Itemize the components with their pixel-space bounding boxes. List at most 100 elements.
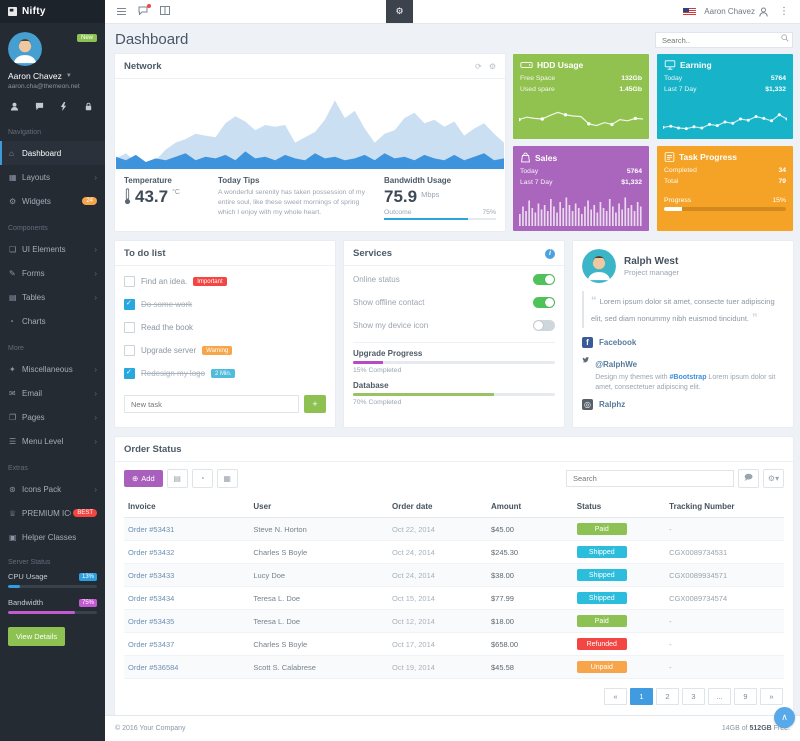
online-status-toggle[interactable] — [533, 274, 555, 285]
pagination-button[interactable]: » — [760, 688, 783, 705]
avatar[interactable] — [8, 32, 42, 66]
bandwidth-value: 75.9 — [384, 188, 417, 205]
column-header[interactable]: Tracking Number — [665, 496, 784, 518]
add-task-button[interactable]: + — [304, 395, 326, 413]
sidebar-item-helper-classes[interactable]: ▣Helper Classes — [0, 525, 105, 549]
sidebar-nav: Navigation⌂Dashboard▦Layouts›⚙Widgets24C… — [0, 127, 105, 549]
comment-icon[interactable]: 🗩 — [738, 469, 759, 488]
profile-card-panel: Ralph West Project manager “ Lorem ipsum… — [573, 241, 793, 427]
trash-icon[interactable]: ▦ — [217, 469, 238, 488]
profile-name[interactable]: Aaron Chavez▼ — [8, 71, 97, 81]
status-cell: Unpaid — [573, 656, 665, 679]
tile-value: 79 — [778, 177, 786, 188]
menu-toggle-icon[interactable] — [117, 6, 126, 17]
pagination-button[interactable]: ... — [708, 688, 731, 705]
search-icon[interactable] — [781, 34, 789, 42]
sidebar-item-label: Layouts — [22, 173, 92, 182]
sidebar-item-premium-icons[interactable]: ♕PREMIUM ICONSBEST — [0, 501, 105, 525]
info-icon[interactable]: i — [545, 249, 555, 259]
sidebar-item-pages[interactable]: ❐Pages› — [0, 405, 105, 429]
brand-bar[interactable]: Nifty — [0, 0, 105, 23]
ralphz-link[interactable]: ◎ Ralphz — [582, 399, 784, 410]
column-header[interactable]: Status — [573, 496, 665, 518]
sidebar-item-miscellaneous[interactable]: ✦Miscellaneous› — [0, 357, 105, 381]
sidebar-item-dashboard[interactable]: ⌂Dashboard — [0, 141, 105, 165]
sidebar-item-email[interactable]: ✉Email› — [0, 381, 105, 405]
table-row[interactable]: Order #53431Steve N. HortonOct 22, 2014$… — [124, 518, 784, 541]
new-task-input[interactable] — [124, 395, 299, 413]
stat-tiles: HDD Usage Free Space132Gb Used spare1.45… — [513, 54, 793, 231]
checkbox[interactable] — [124, 322, 135, 333]
brand-name: Nifty — [22, 6, 46, 17]
user-icon[interactable] — [10, 102, 19, 111]
todo-item[interactable]: Redesign my logo 2 Min. — [124, 362, 326, 385]
columns-icon[interactable] — [160, 6, 170, 17]
sidebar-item-icons-pack[interactable]: ⊛Icons Pack› — [0, 477, 105, 501]
todo-item[interactable]: Find an idea.Important — [124, 270, 326, 293]
pagination-button[interactable]: 1 — [630, 688, 653, 705]
pagination-button[interactable]: 3 — [682, 688, 705, 705]
lock-icon[interactable] — [84, 102, 93, 111]
checkbox[interactable] — [124, 345, 135, 356]
column-header[interactable]: Amount — [487, 496, 573, 518]
bandwidth-progress-track — [8, 611, 97, 614]
pagination-button[interactable]: 9 — [734, 688, 757, 705]
sidebar-item-charts[interactable]: ◔Charts — [0, 309, 105, 333]
sidebar-item-tables[interactable]: ▤Tables› — [0, 285, 105, 309]
column-header[interactable]: Invoice — [124, 496, 249, 518]
outcome-label: Outcome — [384, 209, 412, 216]
pagination-button[interactable]: 2 — [656, 688, 679, 705]
notifications-icon[interactable] — [138, 6, 148, 17]
gear-icon[interactable]: ⚙ — [489, 62, 496, 71]
topbar-user-menu[interactable]: Aaron Chavez — [704, 7, 768, 17]
refresh-icon[interactable]: ⟳ — [475, 62, 482, 71]
date-cell: Oct 22, 2014 — [388, 518, 487, 541]
language-flag-icon[interactable] — [683, 8, 696, 16]
table-row[interactable]: Order #53433Lucy DoeOct 24, 2014$38.00Sh… — [124, 564, 784, 587]
add-order-button[interactable]: ⊕Add — [124, 470, 163, 487]
task-progress-tile[interactable]: Task Progress Completed34 Total79 Progre… — [657, 146, 793, 231]
offline-contact-toggle[interactable] — [533, 297, 555, 308]
sidebar-item-layouts[interactable]: ▦Layouts› — [0, 165, 105, 189]
more-menu-icon[interactable]: ⋮ — [776, 6, 792, 17]
history-icon[interactable]: ◔ — [192, 469, 213, 488]
checkbox[interactable] — [124, 368, 135, 379]
todo-item-badge: 2 Min. — [211, 369, 235, 378]
sidebar-item-menu-level[interactable]: ☰Menu Level› — [0, 429, 105, 453]
checkbox[interactable] — [124, 276, 135, 287]
todo-item[interactable]: Upgrade serverWarning — [124, 339, 326, 362]
table-row[interactable]: Order #53434Teresa L. DoeOct 15, 2014$77… — [124, 587, 784, 610]
todo-item[interactable]: Do some work — [124, 293, 326, 316]
scroll-to-top-button[interactable]: ∧ — [774, 707, 795, 728]
amount-cell: $45.00 — [487, 518, 573, 541]
earning-tile[interactable]: Earning Today5764 Last 7 Day$1,332 — [657, 54, 793, 139]
sidebar-item-ui-elements[interactable]: ❏UI Elements› — [0, 237, 105, 261]
search-input[interactable] — [655, 32, 793, 48]
print-icon[interactable]: ▤ — [167, 469, 188, 488]
facebook-link[interactable]: f Facebook — [582, 337, 784, 348]
settings-gear-button[interactable]: ⚙ — [386, 0, 413, 23]
column-header[interactable]: User — [249, 496, 388, 518]
sidebar-item-forms[interactable]: ✎Forms› — [0, 261, 105, 285]
orders-search-input[interactable] — [566, 470, 734, 487]
chat-icon[interactable] — [35, 102, 44, 111]
table-row[interactable]: Order #53435Teresa L. DoeOct 12, 2014$18… — [124, 610, 784, 633]
column-header[interactable]: Order date — [388, 496, 487, 518]
device-icon-toggle[interactable] — [533, 320, 555, 331]
tracking-cell: - — [665, 610, 784, 633]
bolt-icon[interactable] — [59, 102, 68, 111]
sidebar-item-widgets[interactable]: ⚙Widgets24 — [0, 189, 105, 213]
twitter-link[interactable]: @RalphWe Design my themes with #Bootstra… — [582, 354, 784, 393]
table-settings-icon[interactable]: ⚙▾ — [763, 469, 784, 488]
tile-value: 34 — [778, 166, 786, 177]
table-row[interactable]: Order #53432Charles S BoyleOct 24, 2014$… — [124, 541, 784, 564]
todo-item-label: Redesign my logo — [141, 369, 205, 378]
checkbox[interactable] — [124, 299, 135, 310]
sales-tile[interactable]: Sales Today5764 Last 7 Day$1,332 — [513, 146, 649, 231]
todo-item[interactable]: Read the book — [124, 316, 326, 339]
view-details-button[interactable]: View Details — [8, 627, 65, 646]
table-row[interactable]: Order #53437Charles S BoyleOct 17, 2014$… — [124, 633, 784, 656]
table-row[interactable]: Order #536584Scott S. CalabreseOct 19, 2… — [124, 656, 784, 679]
pagination-button[interactable]: « — [604, 688, 627, 705]
hdd-usage-tile[interactable]: HDD Usage Free Space132Gb Used spare1.45… — [513, 54, 649, 139]
